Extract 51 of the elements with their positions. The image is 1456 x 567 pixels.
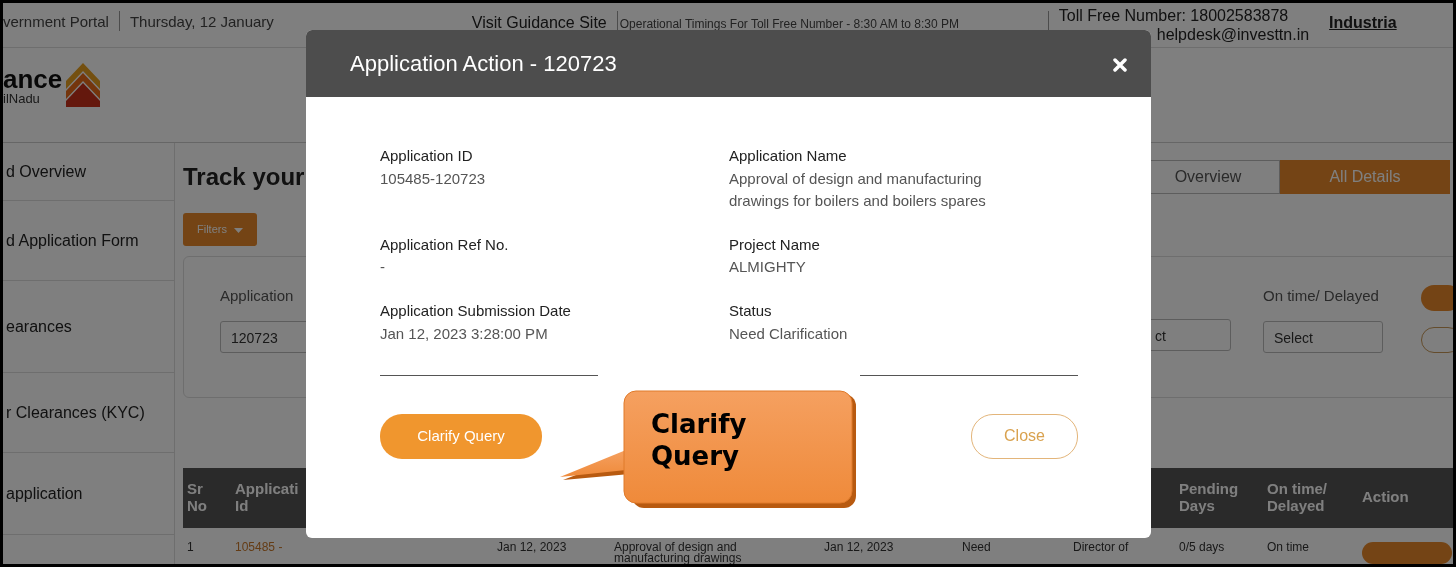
toll-free-text: Toll Free Number: 18002583878 [1058,6,1290,25]
table-cell-text: Jan 12, 2023 [496,538,568,556]
table-cell-text: 1 [186,538,195,556]
field-label: Project Name [729,234,821,255]
sidebar-item[interactable]: r Clearances (KYC) [6,400,145,425]
column-header: Action [1362,489,1409,506]
portal-link[interactable]: vernment Portal [3,11,109,34]
field-label: Application Submission Date [380,301,572,321]
sidebar-item[interactable]: d Application Form [6,228,139,253]
field-value: - [380,257,386,277]
industries-link[interactable]: Industria [1329,11,1397,35]
field-label: On time/ Delayed [1263,285,1380,306]
on-time-select[interactable]: Select [1263,321,1383,353]
logo-subtext: ilNadu [3,91,41,105]
caret-icon [234,227,243,233]
table-cell-text: Director of [1072,538,1130,556]
table-cell-text: On time [1266,538,1310,556]
timings-text: Operational Timings For Toll Free Number - 8:30 AM to 8:30 PM [619,16,960,33]
field-label: Application [220,285,295,306]
action-button[interactable] [1362,541,1452,564]
sidebar-item[interactable]: d Overview [6,159,87,184]
table-cell-text: Need [961,538,992,556]
page-title: Track your [183,162,305,192]
field-value: Approval of design and manufacturing drawings for boilers and boilers spares [729,168,987,211]
field-value: ALMIGHTY [729,257,807,277]
sidebar-item[interactable]: earances [6,314,72,339]
column-header: Applicati Id [235,481,300,514]
close-button[interactable]: Close [971,413,1078,459]
field-label: Application Ref No. [380,234,510,255]
table-cell-text: 0/5 days [1178,538,1226,556]
field-value: Jan 12, 2023 3:28:00 PM [380,323,549,344]
field-label: Application Name [729,146,848,166]
sidebar-item[interactable]: application [6,481,83,506]
field-label: Application ID [380,146,474,166]
field-value: Need Clarification [729,323,849,344]
logo-text: ance [3,65,63,92]
date-text: Thursday, 12 January [129,12,274,32]
callout: Clarify Query [560,390,858,510]
apply-button[interactable] [1421,284,1453,311]
close-icon [1113,58,1127,73]
field-value: 105485-120723 [380,168,487,189]
email-text: helpdesk@investtn.in [1156,25,1310,44]
modal-title: Application Action - 120723 [350,50,617,78]
column-header: Pending Days [1179,481,1240,514]
clarify-query-button[interactable]: Clarify Query [380,413,542,459]
column-header: Sr No [187,481,208,514]
field-label: Status [729,301,773,321]
table-cell-text: Jan 12, 2023 [823,538,895,556]
chevron-logo-icon [66,63,101,107]
table-cell-text: Approval of design and manufacturing drawings [613,538,743,564]
column-header: On time/ Delayed [1267,481,1328,514]
